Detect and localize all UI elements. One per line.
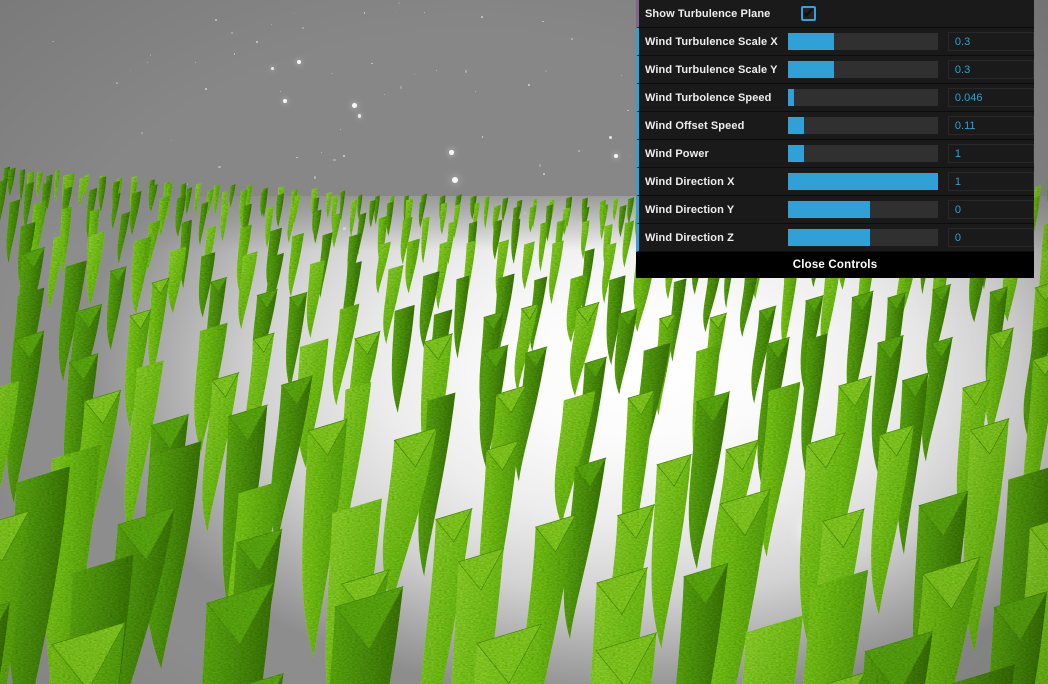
checkmark-icon: ✔ [802,4,815,21]
grass-blade [627,197,635,224]
slider-label: Wind Direction X [645,175,735,188]
slider-value-field[interactable]: 1 [947,172,1035,191]
show-turbulence-plane-checkbox[interactable]: ✔ [801,6,816,21]
grass-blade [194,183,202,215]
grass-blade [349,199,358,238]
grass-blade [612,197,619,222]
slider-fill [787,61,835,78]
slider-track[interactable] [787,117,938,134]
slider-track[interactable] [787,33,938,50]
slider-value-field[interactable]: 0 [947,200,1035,219]
slider-value-field[interactable]: 0.11 [947,116,1035,135]
grass-blade [98,176,107,213]
grass-blade [6,199,21,264]
slider-track[interactable] [787,201,938,218]
control-row-wind-turbulence-scale-x[interactable]: Wind Turbulence Scale X 0.3 [636,28,1035,56]
grass-blade [36,171,44,198]
grass-blade [229,184,236,208]
show-turbulence-plane-label: Show Turbulence Plane [645,7,771,20]
grass-blade [440,202,448,235]
slider-value-field[interactable]: 0.3 [947,60,1035,79]
grass-blade [185,187,193,215]
slider-track[interactable] [787,229,938,246]
grass-blade [453,203,461,239]
slider-label: Wind Offset Speed [645,119,745,132]
grass-blade [326,191,332,219]
control-row-show-turbulence-plane[interactable]: Show Turbulence Plane ✔ [636,0,1034,28]
slider-value-field[interactable]: 1 [947,144,1035,163]
slider-label: Wind Direction Y [645,203,735,216]
control-row-wind-power[interactable]: Wind Power 1 [636,140,1035,168]
grass-blade [528,205,537,233]
grass-blade [288,232,304,298]
grass-blade [54,169,61,203]
grass-blade [421,216,430,264]
grass-blade [511,218,521,264]
close-controls-label: Close Controls [792,259,878,271]
grass-blade [0,179,8,223]
grass-blade [622,220,635,268]
grass-blade [386,201,394,237]
grass-blade [538,221,549,272]
slider-track[interactable] [787,145,938,162]
control-row-wind-offset-speed[interactable]: Wind Offset Speed 0.11 [636,112,1035,140]
grass-blade [454,275,470,359]
control-row-wind-direction-x[interactable]: Wind Direction X 1 [636,168,1035,196]
control-row-wind-direction-z[interactable]: Wind Direction Z 0 [636,224,1035,252]
slider-track[interactable] [787,173,938,190]
grass-blade [483,196,490,229]
grass-blade [739,274,758,337]
grass-blade [86,231,105,307]
slider-value-field[interactable]: 0.3 [947,32,1035,51]
slider-fill [787,145,805,162]
grass-blade [220,203,230,242]
grass-blade [131,236,152,315]
control-row-wind-turbulence-scale-y[interactable]: Wind Turbulence Scale Y 0.3 [636,56,1035,84]
app-root: Show Turbulence Plane ✔ Wind Turbulence … [0,0,1048,684]
grass-blade [332,212,342,248]
grass-blade [276,193,285,228]
slider-fill [787,89,794,106]
control-row-wind-direction-y[interactable]: Wind Direction Y 0 [636,196,1035,224]
slider-label: Wind Turbulence Scale Y [645,63,778,76]
grass-blade [405,238,420,294]
slider-label: Wind Turbulence Scale X [645,35,778,48]
grass-blade [549,240,564,305]
slider-value-field[interactable]: 0.046 [947,88,1035,107]
grass-blade [501,197,509,222]
grass-blade [19,168,26,203]
slider-fill [787,229,871,246]
grass-blade [781,265,799,351]
slider-fill [787,33,835,50]
grass-blade [313,209,322,244]
grass-blade [158,196,169,237]
slider-fill [787,173,938,190]
grass-blade [7,167,16,197]
slider-rows-container: Wind Turbulence Scale X 0.3 Wind Turbulenc… [636,28,1035,252]
grass-blade [213,184,220,216]
slider-label: Wind Turbolence Speed [645,91,772,104]
slider-fill [787,201,871,218]
slider-label: Wind Power [645,147,709,160]
control-row-wind-turbolence-speed[interactable]: Wind Turbolence Speed 0.046 [636,84,1035,112]
slider-fill [787,117,805,134]
dat-gui-control-panel[interactable]: Show Turbulence Plane ✔ Wind Turbulence … [636,0,1035,278]
grass-blade [306,259,325,339]
close-controls-button[interactable]: Close Controls [636,252,1034,278]
slider-track[interactable] [787,89,938,106]
slider-value-field[interactable]: 0 [947,228,1035,247]
slider-label: Wind Direction Z [645,231,734,244]
slider-track[interactable] [787,61,938,78]
grass-blade [522,241,535,290]
grass-blade [117,211,131,265]
grass-blade [391,304,415,413]
